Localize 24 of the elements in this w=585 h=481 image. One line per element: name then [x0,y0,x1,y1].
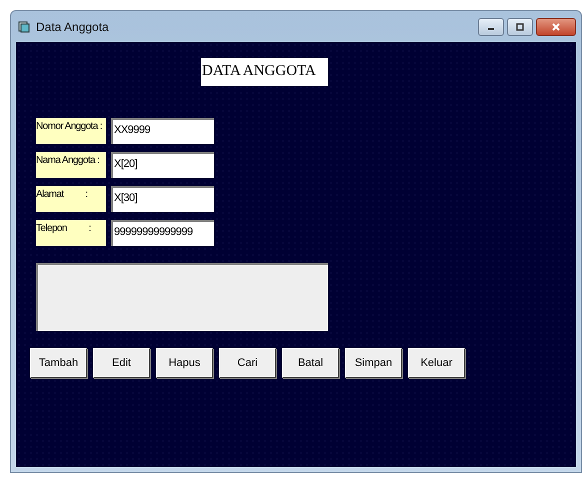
command-button[interactable]: Cari [219,348,276,378]
input-field[interactable]: 99999999999999 [111,220,214,246]
text-box[interactable] [36,263,328,331]
command-button[interactable]: Tambah [30,348,87,378]
field-label: Nomor Anggota : [36,118,106,144]
command-button[interactable]: Hapus [156,348,213,378]
command-button[interactable]: Keluar [408,348,465,378]
maximize-icon [515,22,525,32]
form-heading: DATA ANGGOTA [201,58,328,86]
command-button[interactable]: Batal [282,348,339,378]
input-field[interactable]: X[20] [111,152,214,178]
field-label: Alamat : [36,186,106,212]
input-field[interactable]: X[30] [111,186,214,212]
field-label: Telepon : [36,220,106,246]
field-label: Nama Anggota : [36,152,106,178]
maximize-button[interactable] [507,18,533,36]
close-icon [551,22,561,32]
window-title: Data Anggota [36,20,109,34]
command-button[interactable]: Simpan [345,348,402,378]
command-button[interactable]: Edit [93,348,150,378]
input-field[interactable]: XX9999 [111,118,214,144]
minimize-button[interactable] [478,18,504,36]
form-icon [18,20,30,32]
close-button[interactable] [536,18,576,36]
